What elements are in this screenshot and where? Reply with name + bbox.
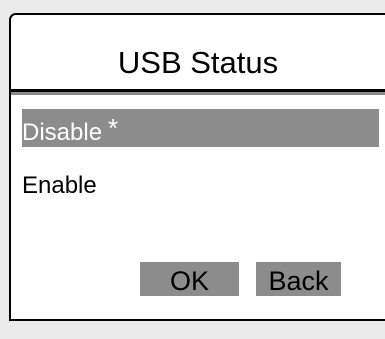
- option-label: Disable: [22, 119, 103, 146]
- device-screen: USB Status Disable * Enable OK Back: [0, 0, 385, 339]
- current-setting-marker: *: [108, 113, 119, 143]
- option-enable[interactable]: Enable: [22, 167, 379, 205]
- title-divider-shadow: [11, 92, 385, 95]
- back-button[interactable]: Back: [256, 262, 341, 296]
- option-label: Enable: [22, 172, 97, 199]
- option-disable[interactable]: Disable *: [22, 109, 379, 147]
- ok-button[interactable]: OK: [140, 262, 239, 296]
- dialog-title: USB Status: [11, 15, 385, 89]
